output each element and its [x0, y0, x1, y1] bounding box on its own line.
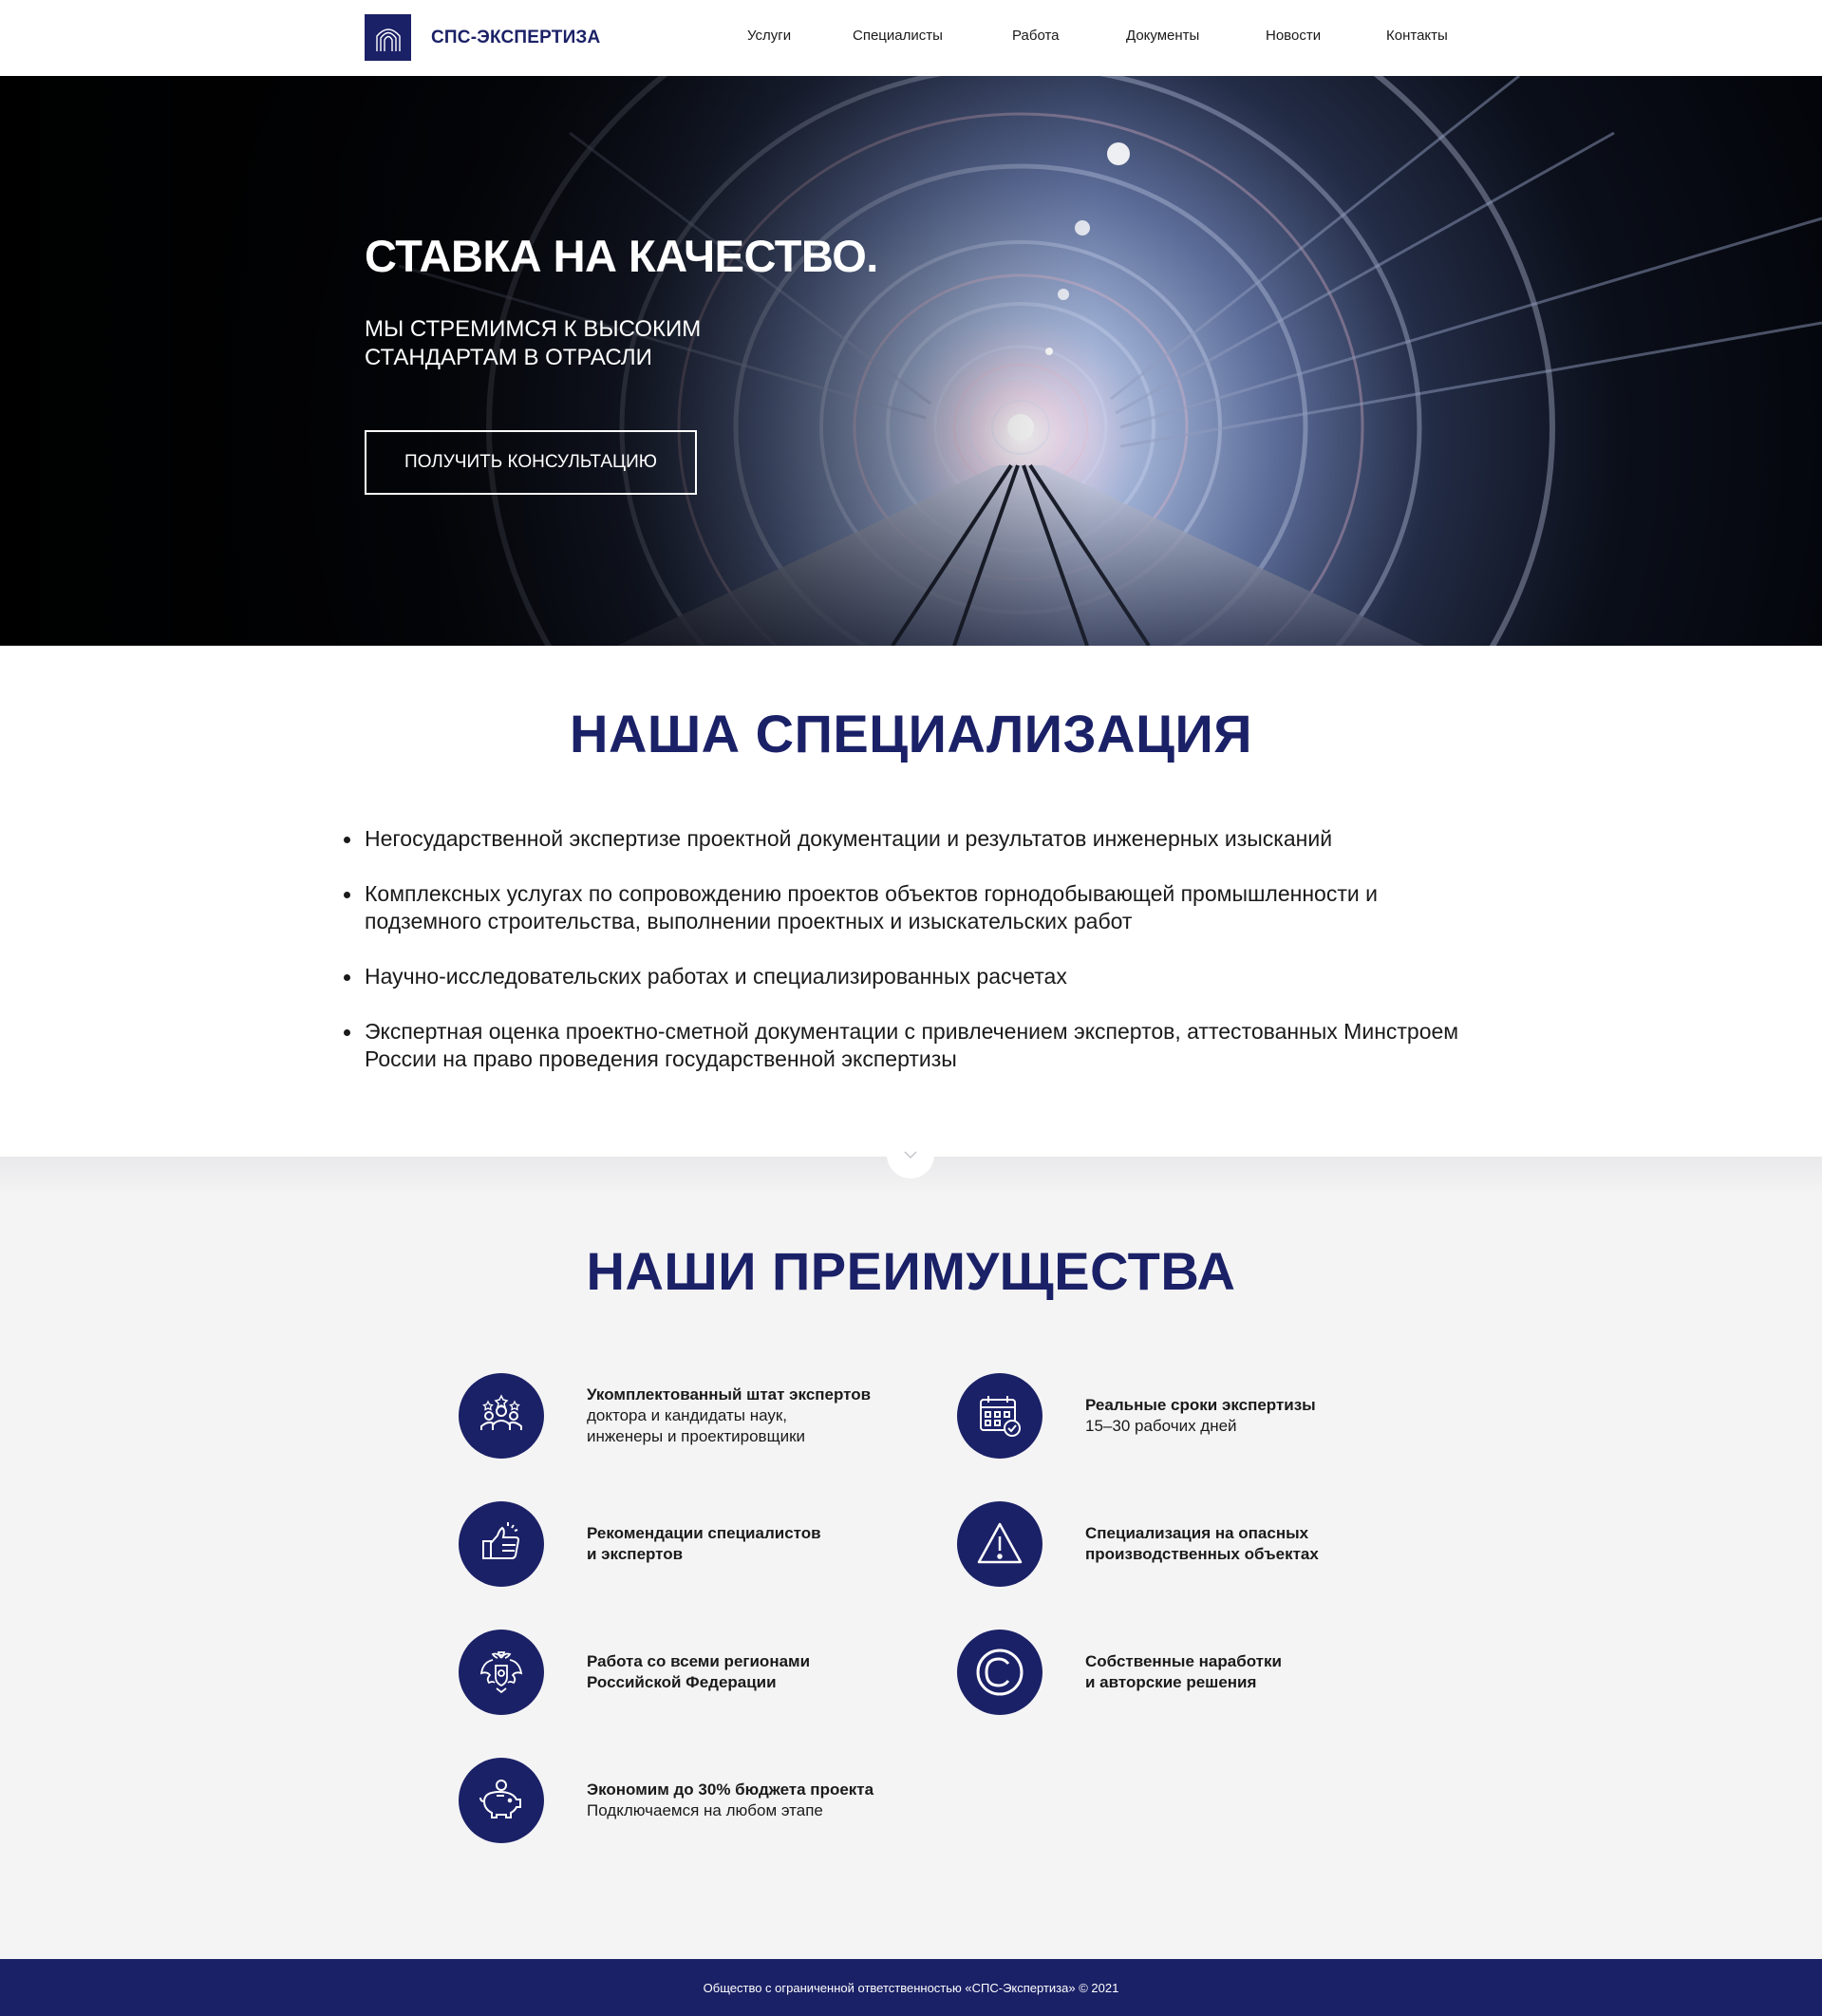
chevron-down-icon	[904, 1151, 917, 1159]
advantages-title: НАШИ ПРЕИМУЩЕСТВА	[586, 1241, 1236, 1301]
advantage-item-deadlines: Реальные сроки экспертизы 15–30 рабочих …	[957, 1373, 1413, 1459]
advantages-section: НАШИ ПРЕИМУЩЕСТВА Укомплектованный штат …	[0, 1131, 1822, 1959]
nav-link-work[interactable]: Работа	[1012, 28, 1060, 44]
specialization-list: Негосударственной экспертизе проектной д…	[344, 825, 1475, 1101]
team-icon	[459, 1373, 544, 1459]
scroll-down-button[interactable]	[887, 1131, 934, 1178]
hero-subtitle: МЫ СТРЕМИМСЯ К ВЫСОКИМ СТАНДАРТАМ В ОТРА…	[365, 316, 702, 370]
advantage-desc: Подключаемся на любом этапе	[587, 1801, 823, 1819]
list-item: Комплексных услугах по сопровождению про…	[344, 880, 1475, 935]
advantage-item-recommendations: Рекомендации специалистов и экспертов	[459, 1501, 914, 1587]
advantage-desc: 15–30 рабочих дней	[1085, 1417, 1237, 1435]
specialization-section: НАША СПЕЦИАЛИЗАЦИЯ Негосударственной экс…	[0, 646, 1822, 1157]
advantage-item-budget: Экономим до 30% бюджета проекта Подключа…	[459, 1758, 914, 1843]
list-item: Научно-исследовательских работах и специ…	[344, 963, 1475, 990]
get-consultation-button[interactable]: ПОЛУЧИТЬ КОНСУЛЬТАЦИЮ	[365, 430, 697, 495]
advantage-item-experts: Укомплектованный штат экспертов доктора …	[459, 1373, 914, 1459]
nav-link-contacts[interactable]: Контакты	[1386, 28, 1448, 44]
advantage-title: Реальные сроки экспертизы	[1085, 1396, 1316, 1414]
coat-of-arms-icon	[459, 1630, 544, 1715]
hero-title: СТАВКА НА КАЧЕСТВО.	[365, 231, 878, 281]
advantage-title: Работа со всеми регионами Российской Фед…	[587, 1652, 811, 1691]
main-nav: Услуги Специалисты Работа Документы Ново…	[0, 28, 1822, 50]
site-header: СПС-ЭКСПЕРТИЗА Услуги Специалисты Работа…	[0, 0, 1822, 76]
advantage-item-regions: Работа со всеми регионами Российской Фед…	[459, 1630, 914, 1715]
nav-link-news[interactable]: Новости	[1266, 28, 1321, 44]
footer-copyright: Общество с ограниченной ответственностью…	[703, 1980, 1119, 1995]
calendar-icon	[957, 1373, 1042, 1459]
tunnel-background-image	[0, 76, 1822, 646]
site-footer: Общество с ограниченной ответственностью…	[0, 1959, 1822, 2016]
thumbs-up-icon	[459, 1501, 544, 1587]
copyright-icon	[957, 1630, 1042, 1715]
advantage-title: Рекомендации специалистов и экспертов	[587, 1524, 821, 1563]
nav-link-services[interactable]: Услуги	[747, 28, 791, 44]
advantage-title: Собственные наработки и авторские решени…	[1085, 1652, 1282, 1691]
nav-link-specialists[interactable]: Специалисты	[853, 28, 943, 44]
advantage-title: Специализация на опасных производственны…	[1085, 1524, 1319, 1563]
advantage-title: Укомплектованный штат экспертов	[587, 1385, 872, 1404]
advantage-item-hazardous: Специализация на опасных производственны…	[957, 1501, 1413, 1587]
warning-icon	[957, 1501, 1042, 1587]
advantage-title: Экономим до 30% бюджета проекта	[587, 1780, 874, 1799]
piggy-bank-icon	[459, 1758, 544, 1843]
list-item: Негосударственной экспертизе проектной д…	[344, 825, 1475, 853]
nav-link-documents[interactable]: Документы	[1126, 28, 1199, 44]
advantage-desc: доктора и кандидаты наук, инженеры и про…	[587, 1406, 806, 1445]
hero-banner: СТАВКА НА КАЧЕСТВО. МЫ СТРЕМИМСЯ К ВЫСОК…	[0, 76, 1822, 646]
specialization-title: НАША СПЕЦИАЛИЗАЦИЯ	[570, 704, 1252, 763]
list-item: Экспертная оценка проектно-сметной докум…	[344, 1018, 1475, 1073]
advantage-item-own-solutions: Собственные наработки и авторские решени…	[957, 1630, 1413, 1715]
